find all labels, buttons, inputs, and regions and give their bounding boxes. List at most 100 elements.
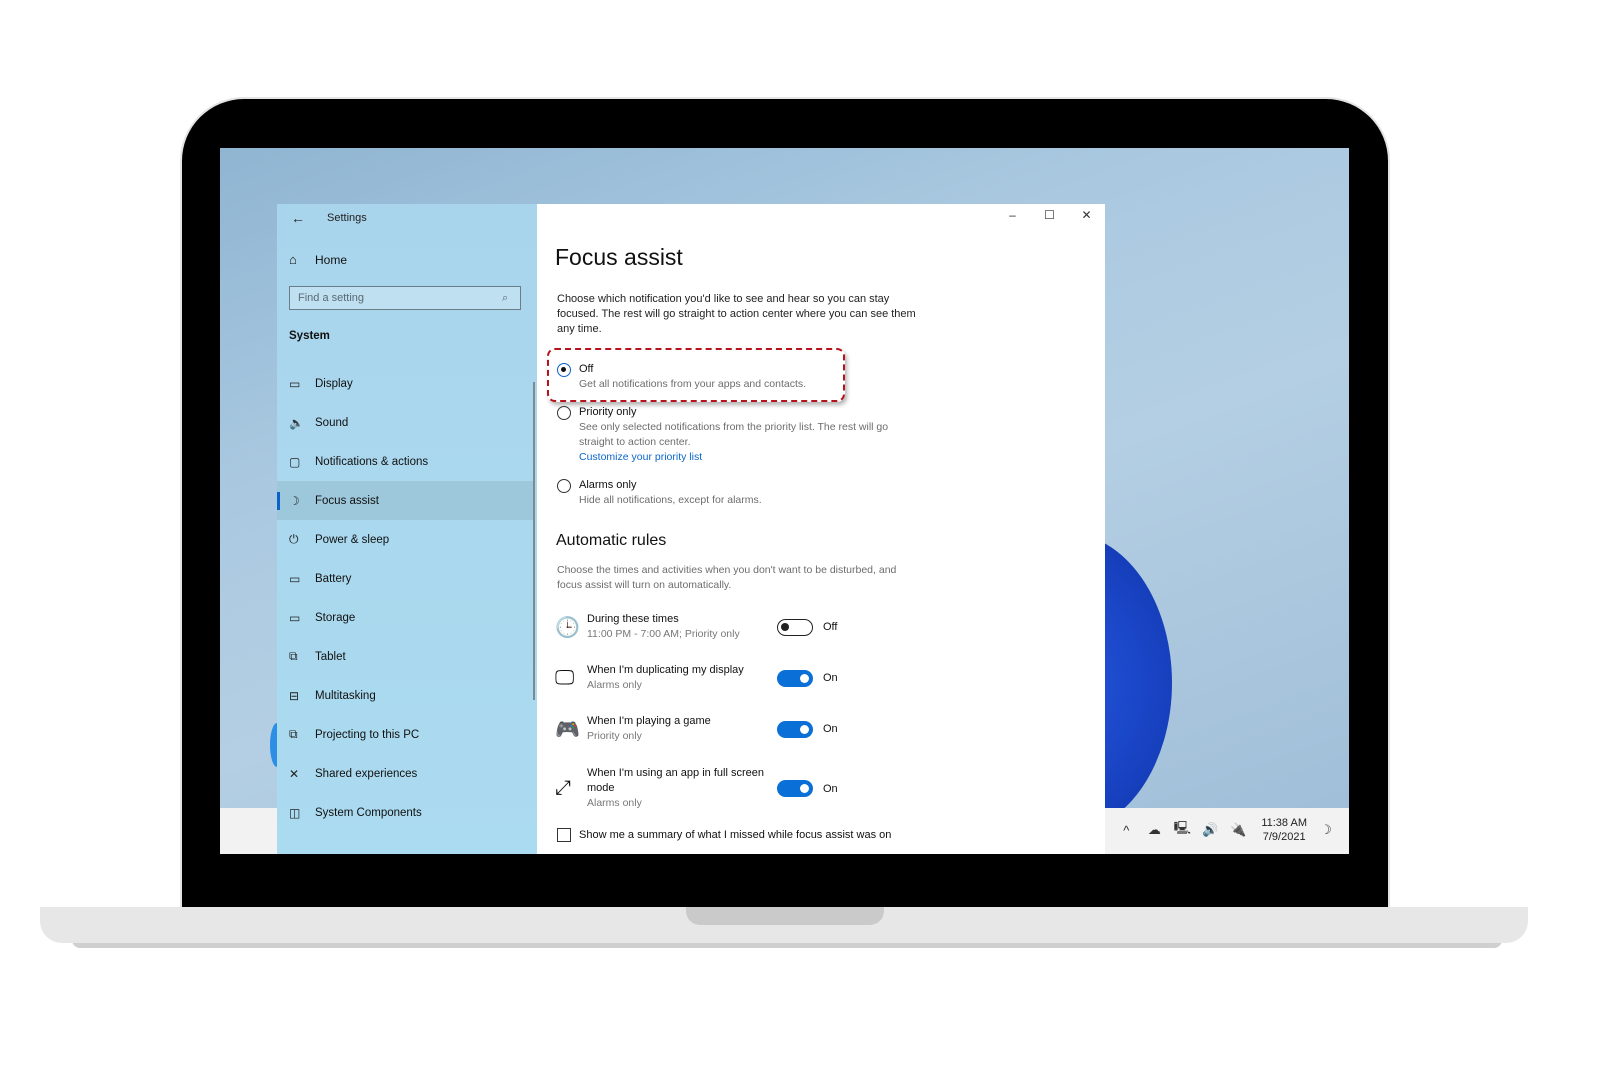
- sidebar-item-battery[interactable]: ▭ Battery: [277, 559, 533, 598]
- sidebar-item-label: Sound: [315, 416, 349, 429]
- rule-title: During these times: [587, 613, 679, 625]
- system-tray: ^ ☁ 🖳 🔊 🔌 11:38 AM 7/9/2021 ☽: [1117, 816, 1335, 844]
- volume-icon[interactable]: 🔊: [1201, 822, 1219, 838]
- option-description: Get all notifications from your apps and…: [579, 378, 807, 390]
- sidebar-item-focus-assist[interactable]: ☽ Focus assist: [277, 481, 533, 520]
- option-description: Hide all notifications, except for alarm…: [579, 494, 762, 506]
- minimize-button[interactable]: –: [994, 204, 1031, 226]
- home-link[interactable]: ⌂ Home: [289, 252, 347, 267]
- clock-time: 11:38 AM: [1261, 817, 1307, 829]
- rule-title: When I'm playing a game: [587, 715, 711, 727]
- sidebar-item-projecting[interactable]: ⧉ Projecting to this PC: [277, 715, 533, 754]
- summary-checkbox[interactable]: [557, 828, 571, 842]
- clock[interactable]: 11:38 AM 7/9/2021: [1261, 816, 1307, 844]
- option-priority-only[interactable]: Priority only See only selected notifica…: [557, 405, 924, 465]
- battery-icon: ▭: [289, 571, 301, 586]
- sidebar-item-label: Notifications & actions: [315, 455, 429, 468]
- rule-full-screen[interactable]: ⤢ When I'm using an app in full screen m…: [555, 766, 875, 811]
- clock-date: 7/9/2021: [1262, 831, 1306, 843]
- option-off[interactable]: Off Get all notifications from your apps…: [557, 362, 924, 392]
- moon-icon: ☽: [289, 493, 300, 508]
- content-pane: – ☐ ✕ Focus assist Choose which notifica…: [537, 204, 1105, 854]
- search-input[interactable]: [290, 291, 502, 305]
- rule-during-times[interactable]: 🕒 During these times 11:00 PM - 7:00 AM;…: [555, 612, 875, 642]
- intro-text: Choose which notification you'd like to …: [557, 293, 916, 335]
- sidebar-item-label: Storage: [315, 611, 356, 624]
- action-center-focus-icon[interactable]: ☽: [1317, 822, 1335, 838]
- full-screen-icon: ⤢: [555, 777, 571, 799]
- maximize-button[interactable]: ☐: [1031, 204, 1068, 226]
- tablet-icon: ⧉: [289, 649, 298, 663]
- sidebar: ← Settings ⌂ Home ⌕ System ▭ Display 🔈 Sou…: [277, 204, 537, 854]
- home-label: Home: [315, 252, 348, 267]
- settings-window: ← Settings ⌂ Home ⌕ System ▭ Display 🔈 Sou…: [277, 204, 1105, 854]
- storage-icon: ▭: [289, 610, 301, 625]
- sidebar-item-label: Projecting to this PC: [315, 728, 420, 741]
- radio-off[interactable]: [557, 363, 571, 377]
- option-label: Priority only: [579, 406, 637, 418]
- rule-subtitle: Priority only: [587, 730, 642, 742]
- radio-alarms-only[interactable]: [557, 479, 571, 493]
- sidebar-item-shared-experiences[interactable]: ✕ Shared experiences: [277, 754, 533, 793]
- search-box[interactable]: ⌕: [289, 286, 521, 310]
- option-description: See only selected notifications from the…: [579, 421, 889, 448]
- toggle-playing-game[interactable]: [777, 720, 813, 738]
- toggle-state: On: [823, 672, 838, 684]
- automatic-rules-heading: Automatic rules: [556, 532, 667, 549]
- summary-checkbox-label: Show me a summary of what I missed while…: [579, 829, 892, 841]
- automatic-rules-description: Choose the times and activities when you…: [557, 564, 897, 591]
- window-controls: – ☐ ✕: [994, 204, 1105, 226]
- multitasking-icon: ⊟: [289, 688, 300, 703]
- sidebar-item-power-sleep[interactable]: ⏻ Power & sleep: [277, 520, 533, 559]
- title-bar: ← Settings: [291, 210, 367, 226]
- sidebar-item-system-components[interactable]: ◫ System Components: [277, 793, 533, 832]
- summary-checkbox-row[interactable]: Show me a summary of what I missed while…: [557, 828, 891, 842]
- power-icon[interactable]: 🔌: [1229, 822, 1247, 838]
- toggle-state: On: [823, 782, 838, 795]
- monitor-icon: 🖵: [555, 666, 575, 689]
- option-alarms-only[interactable]: Alarms only Hide all notifications, exce…: [557, 478, 924, 508]
- rule-subtitle: Alarms only: [587, 679, 642, 691]
- toggle-state: On: [823, 723, 838, 735]
- rule-playing-game[interactable]: 🎮 When I'm playing a game Priority only …: [555, 714, 875, 744]
- projecting-icon: ⧉: [289, 727, 298, 741]
- sidebar-item-label: Multitasking: [315, 689, 376, 702]
- rule-duplicating-display[interactable]: 🖵 When I'm duplicating my display Alarms…: [555, 663, 875, 693]
- sidebar-item-label: Shared experiences: [315, 767, 418, 780]
- rule-subtitle: Alarms only: [587, 797, 642, 809]
- gamepad-icon: 🎮: [555, 718, 580, 741]
- toggle-during-times[interactable]: [777, 618, 813, 636]
- page-title: Focus assist: [555, 244, 683, 270]
- system-components-icon: ◫: [289, 805, 301, 820]
- nav-list: ▭ Display 🔈 Sound ▢ Notifications & actions…: [277, 364, 533, 832]
- search-icon[interactable]: ⌕: [502, 292, 520, 305]
- radio-priority-only[interactable]: [557, 406, 571, 420]
- rule-subtitle: 11:00 PM - 7:00 AM; Priority only: [587, 628, 740, 640]
- sidebar-item-tablet[interactable]: ⧉ Tablet: [277, 637, 533, 676]
- sidebar-item-label: Power & sleep: [315, 533, 390, 546]
- sidebar-scrollbar[interactable]: [533, 382, 535, 700]
- customize-priority-list-link[interactable]: Customize your priority list: [579, 450, 924, 465]
- rule-title: When I'm using an app in full screen mod…: [587, 767, 764, 794]
- sound-icon: 🔈: [289, 415, 304, 430]
- network-icon[interactable]: 🖳: [1173, 819, 1191, 841]
- close-button[interactable]: ✕: [1068, 204, 1105, 226]
- sidebar-item-storage[interactable]: ▭ Storage: [277, 598, 533, 637]
- sidebar-item-label: Battery: [315, 572, 352, 585]
- sidebar-item-label: Focus assist: [315, 494, 379, 507]
- toggle-full-screen[interactable]: [777, 780, 813, 797]
- power-icon: ⏻: [289, 532, 299, 546]
- sidebar-item-label: Tablet: [315, 650, 346, 663]
- show-hidden-icons-icon[interactable]: ^: [1117, 823, 1135, 838]
- toggle-duplicating-display[interactable]: [777, 669, 813, 687]
- toggle-state: Off: [823, 621, 838, 633]
- clock-icon: 🕒: [555, 616, 580, 639]
- display-icon: ▭: [289, 376, 301, 391]
- onedrive-icon[interactable]: ☁: [1145, 822, 1163, 838]
- sidebar-item-notifications[interactable]: ▢ Notifications & actions: [277, 442, 533, 481]
- window-title: Settings: [327, 212, 367, 224]
- sidebar-item-display[interactable]: ▭ Display: [277, 364, 533, 403]
- sidebar-item-multitasking[interactable]: ⊟ Multitasking: [277, 676, 533, 715]
- sidebar-item-sound[interactable]: 🔈 Sound: [277, 403, 533, 442]
- back-arrow-icon[interactable]: ←: [291, 210, 311, 226]
